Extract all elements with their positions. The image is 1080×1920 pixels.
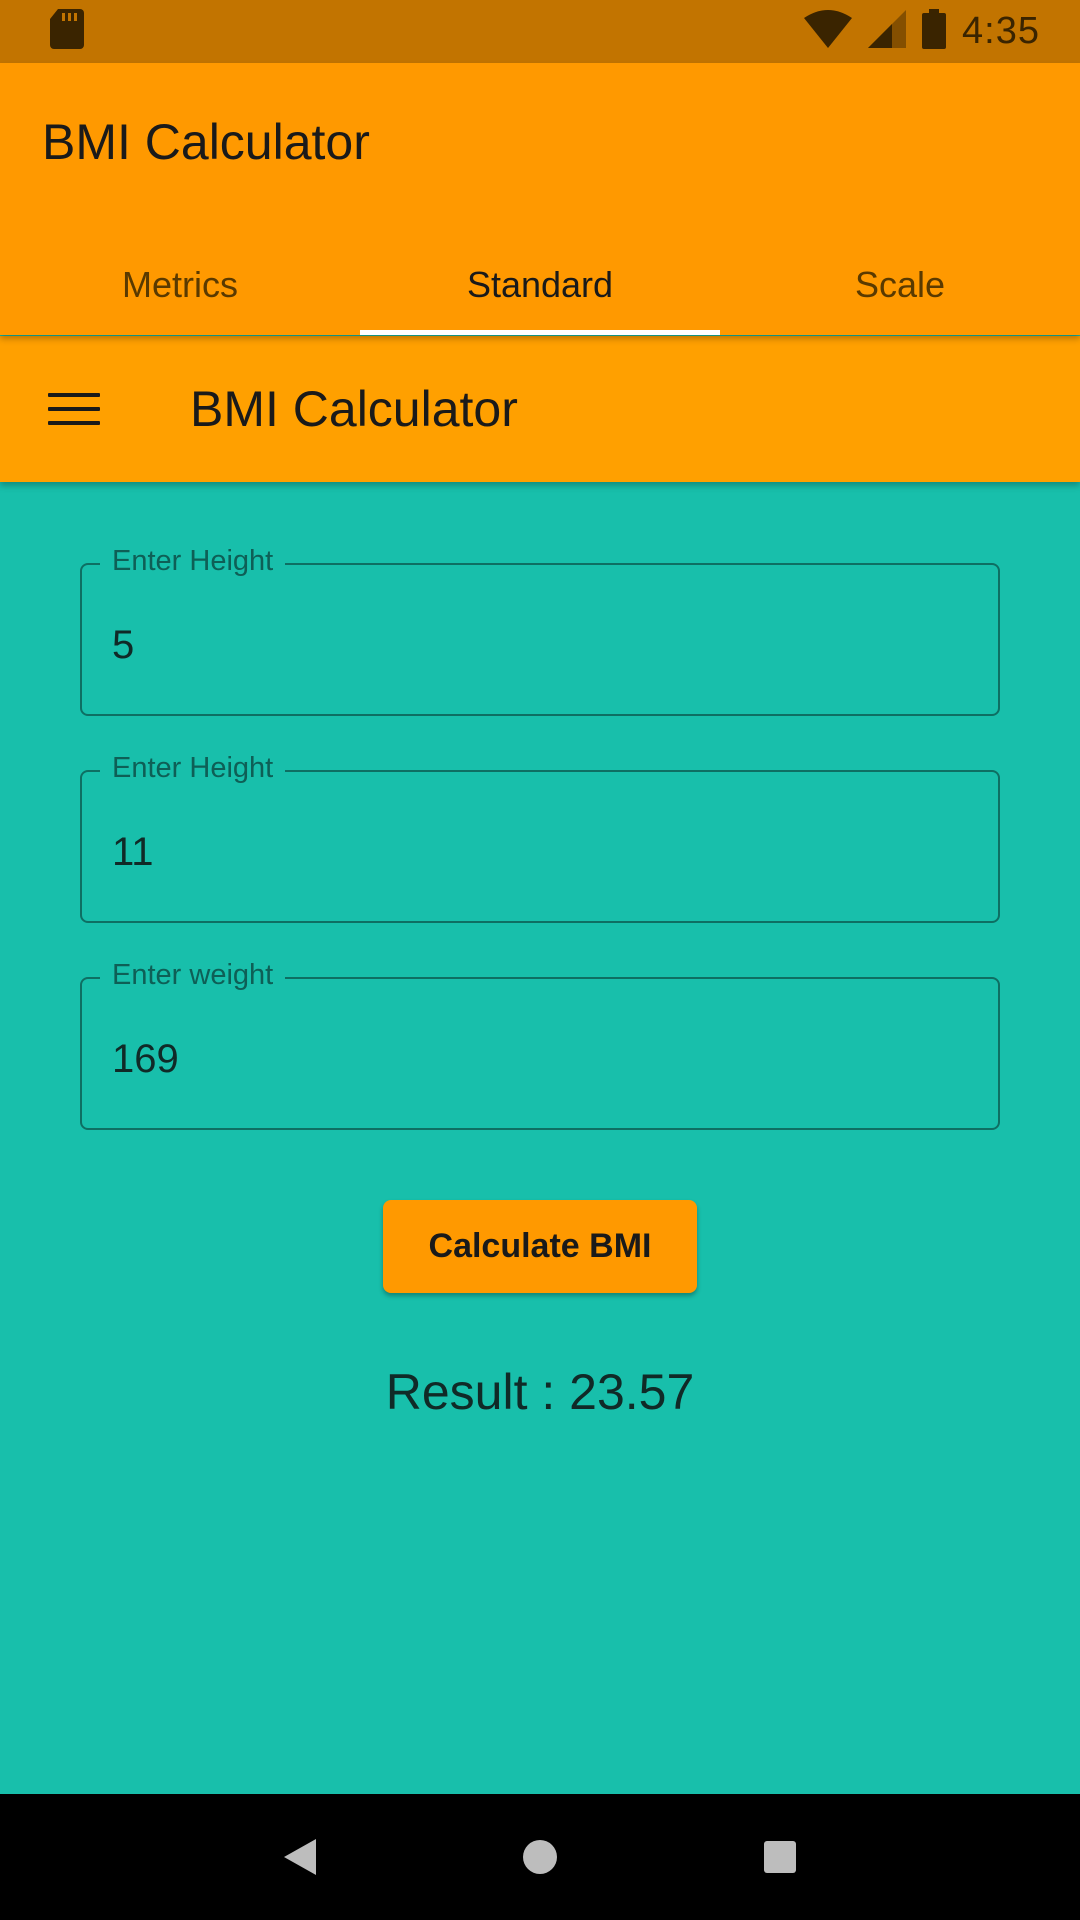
app-title: BMI Calculator [42,114,370,170]
result-text: Result : 23.57 [385,1364,695,1420]
status-bar: 4:35 [0,0,1080,63]
height-inches-label: Enter Height [100,752,286,785]
height-feet-input[interactable] [112,615,972,675]
app-bar: BMI Calculator Metrics Standard Scale [0,63,1080,335]
height-inches-field[interactable]: Enter Height [80,752,1000,923]
cell-signal-icon [868,10,907,53]
calculate-bmi-button[interactable]: Calculate BMI [383,1200,697,1293]
recents-icon[interactable] [740,1817,820,1897]
back-icon[interactable] [260,1817,340,1897]
hamburger-menu-icon[interactable] [36,376,112,442]
home-icon[interactable] [500,1817,580,1897]
toolbar-title: BMI Calculator [190,381,518,437]
tab-scale[interactable]: Scale [720,235,1080,335]
height-feet-field[interactable]: Enter Height [80,545,1000,716]
screen: 4:35 BMI Calculator Metrics Standard Sca… [0,0,1080,1920]
weight-field[interactable]: Enter weight [80,959,1000,1130]
toolbar: BMI Calculator [0,336,1080,482]
tab-standard[interactable]: Standard [360,235,720,335]
nav-bar [0,1794,1080,1920]
sd-card-icon [50,9,84,54]
tab-bar: Metrics Standard Scale [0,235,1080,335]
height-inches-input[interactable] [112,822,972,882]
status-time: 4:35 [962,10,1040,52]
height-feet-label: Enter Height [100,545,286,578]
battery-icon [922,9,947,54]
wifi-icon [804,10,853,53]
tab-metrics[interactable]: Metrics [0,235,360,335]
weight-input[interactable] [112,1029,972,1089]
weight-label: Enter weight [100,959,286,992]
